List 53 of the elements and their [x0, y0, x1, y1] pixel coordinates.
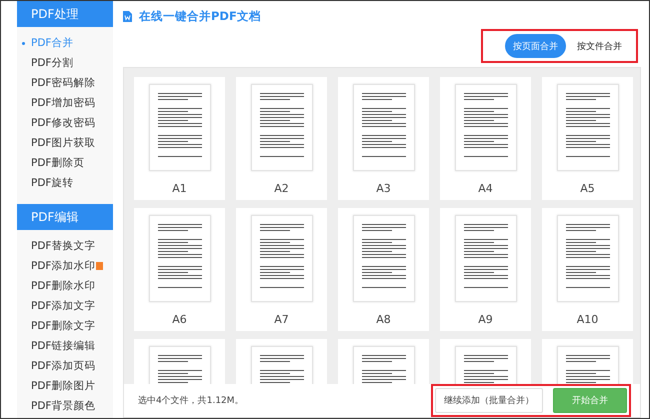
sidebar-item[interactable]: PDF删除水印 — [17, 276, 113, 296]
page-label: A8 — [376, 313, 391, 326]
page-thumbnail[interactable] — [250, 215, 312, 302]
sidebar-item[interactable]: PDF替换文字 — [17, 236, 113, 256]
page-label: A5 — [580, 182, 595, 195]
page-label: A9 — [478, 313, 493, 326]
page-label: A2 — [274, 182, 289, 195]
sidebar-item[interactable]: PDF删除文字 — [17, 316, 113, 336]
page-title: 在线一键合并PDF文档 — [139, 8, 261, 24]
page-card[interactable]: A5 — [542, 77, 633, 200]
sidebar-item[interactable]: PDF添加文字 — [17, 296, 113, 316]
page-label: A1 — [172, 182, 187, 195]
sidebar-item[interactable]: PDF链接编辑 — [17, 336, 113, 356]
page-card[interactable]: A6 — [134, 208, 225, 331]
sidebar-item[interactable]: PDF删除页 — [17, 153, 113, 173]
sidebar-item[interactable]: PDF旋转 — [17, 173, 113, 193]
section-header: PDF处理 — [17, 1, 113, 27]
merge-mode-tab[interactable]: 按文件合并 — [569, 34, 630, 58]
page-thumbnail[interactable] — [352, 84, 414, 171]
page-label: A3 — [376, 182, 391, 195]
page-thumbnail[interactable] — [148, 215, 210, 302]
page-label: A6 — [172, 313, 187, 326]
sidebar-item[interactable]: PDF添加水印 — [17, 256, 113, 276]
add-more-button[interactable]: 继续添加（批量合并） — [435, 388, 543, 413]
sidebar-item[interactable]: PDF添加页码 — [17, 356, 113, 376]
page-thumbnail[interactable] — [352, 215, 414, 302]
page-label: A7 — [274, 313, 289, 326]
page-thumbnail[interactable] — [454, 215, 516, 302]
page-label: A4 — [478, 182, 493, 195]
sidebar-item[interactable]: PDF增加密码 — [17, 93, 113, 113]
page-thumbnail[interactable] — [454, 84, 516, 171]
sidebar-item[interactable]: PDF分割 — [17, 53, 113, 73]
sidebar-item[interactable]: PDF密码解除 — [17, 73, 113, 93]
page-card[interactable]: A1 — [134, 77, 225, 200]
sidebar-item[interactable]: PDF背景颜色 — [17, 396, 113, 416]
page-thumbnail[interactable] — [556, 215, 618, 302]
status-text: 选中4个文件，共1.12M。 — [137, 394, 244, 407]
page-card[interactable]: A2 — [236, 77, 327, 200]
sidebar-item[interactable]: PDF图片获取 — [17, 133, 113, 153]
document-icon — [123, 10, 132, 22]
page-card[interactable]: A3 — [338, 77, 429, 200]
section-header: PDF编辑 — [17, 204, 113, 230]
page-card[interactable]: A10 — [542, 208, 633, 331]
page-card[interactable]: A8 — [338, 208, 429, 331]
page-label: A10 — [576, 313, 598, 326]
page-card[interactable]: A4 — [440, 77, 531, 200]
page-card[interactable]: A9 — [440, 208, 531, 331]
sidebar-item[interactable]: PDF删除图片 — [17, 376, 113, 396]
sidebar-item[interactable]: PDF修改密码 — [17, 113, 113, 133]
page-thumbnail[interactable] — [556, 84, 618, 171]
page-thumbnail[interactable] — [250, 84, 312, 171]
page-thumbnail[interactable] — [148, 84, 210, 171]
page-card[interactable]: A7 — [236, 208, 327, 331]
